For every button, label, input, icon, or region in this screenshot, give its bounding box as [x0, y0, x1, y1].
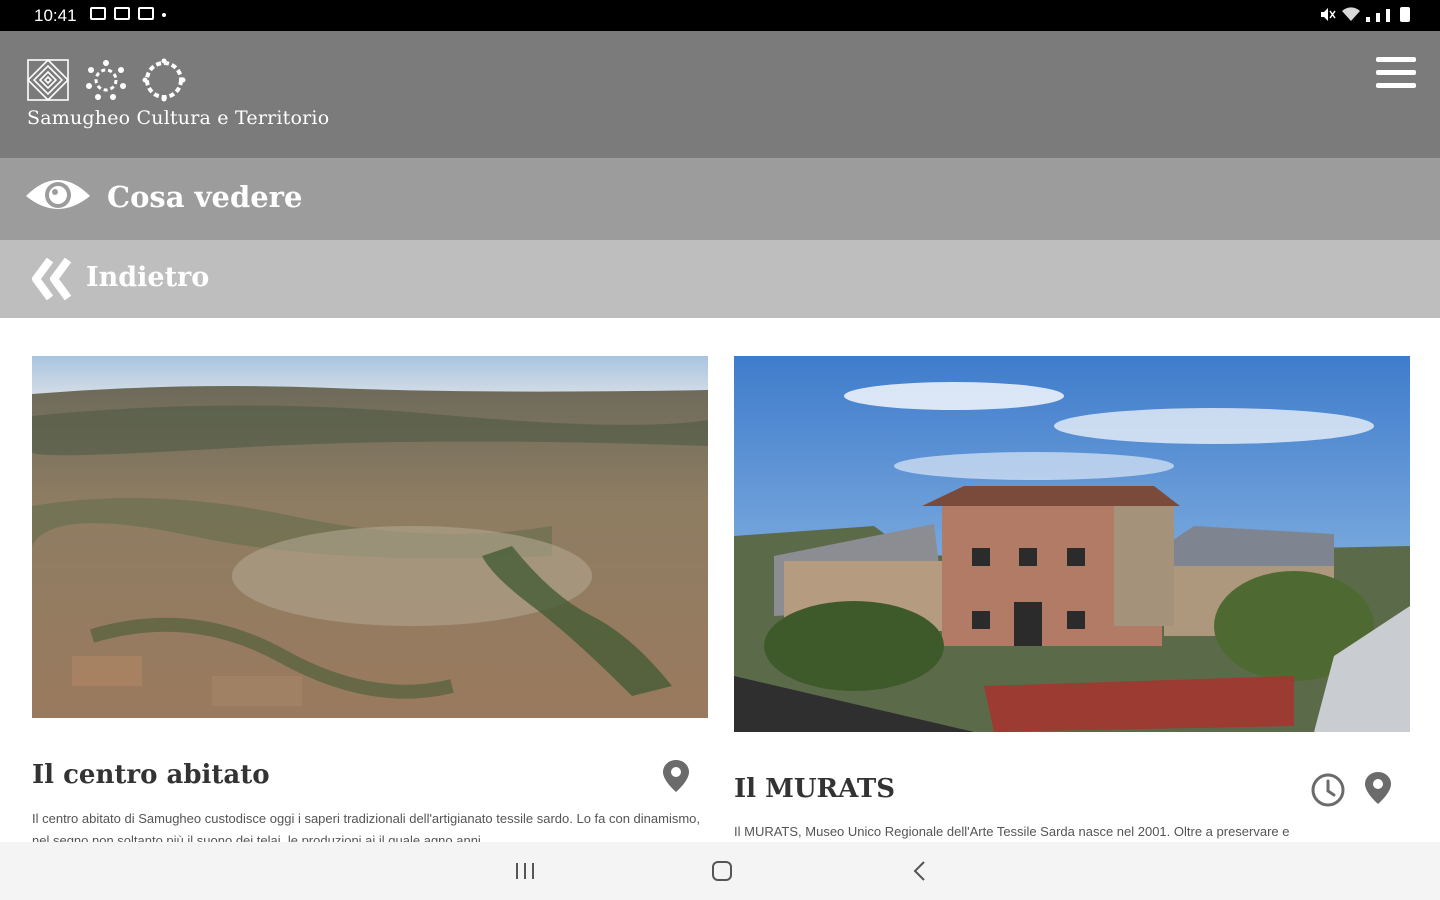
wifi-icon — [1342, 7, 1360, 22]
card-murats[interactable]: Il MURATS Il MURATS, Museo Unico Regiona… — [734, 356, 1410, 839]
double-chevron-left-icon — [32, 258, 72, 300]
app-header: Samugheo Cultura e Territorio — [0, 31, 1440, 158]
aerial-landscape-photo — [32, 356, 708, 718]
notification-icons — [90, 7, 166, 20]
section-header: Cosa vedere — [0, 158, 1440, 240]
dancing-figures-logo-icon — [86, 60, 126, 100]
clock-icon[interactable] — [1310, 772, 1346, 808]
photo-notification-icon — [138, 7, 154, 20]
status-bar: 10:41 — [0, 0, 1440, 31]
museum-building-photo — [734, 356, 1410, 732]
menu-line — [1376, 57, 1416, 62]
battery-icon — [1400, 7, 1410, 22]
back-nav-icon[interactable] — [908, 859, 932, 883]
more-notifications-icon — [162, 13, 166, 17]
map-pin-icon[interactable] — [1362, 770, 1394, 806]
hamburger-menu-button[interactable] — [1376, 57, 1416, 89]
card-description: Il MURATS, Museo Unico Regionale dell'Ar… — [734, 824, 1290, 839]
menu-line — [1376, 70, 1416, 75]
recent-apps-icon[interactable] — [513, 859, 537, 883]
home-icon[interactable] — [710, 859, 734, 883]
logo-group — [26, 58, 186, 102]
card-title: Il centro abitato — [32, 760, 270, 790]
mute-icon — [1321, 8, 1336, 21]
signal-icon — [1366, 17, 1370, 22]
section-title: Cosa vedere — [107, 180, 303, 214]
status-time: 10:41 — [34, 6, 77, 25]
app-title: Samugheo Cultura e Territorio — [27, 107, 330, 129]
circle-figures-logo-icon — [142, 58, 186, 102]
system-status-icons — [1320, 7, 1410, 22]
back-button[interactable]: Indietro — [0, 240, 1440, 318]
gallery-notification-icon — [90, 7, 106, 20]
menu-line — [1376, 83, 1416, 88]
edit-notification-icon — [114, 7, 130, 20]
textile-pattern-logo-icon — [26, 58, 70, 102]
card-description: Il centro abitato di Samugheo custodisce… — [32, 811, 701, 842]
card-centro-abitato[interactable]: Il centro abitato Il centro abitato di S… — [32, 356, 708, 842]
system-nav-bar — [0, 842, 1440, 900]
card-title: Il MURATS — [734, 774, 896, 804]
back-label: Indietro — [86, 262, 210, 293]
map-pin-icon[interactable] — [660, 758, 692, 794]
eye-icon — [26, 180, 90, 209]
